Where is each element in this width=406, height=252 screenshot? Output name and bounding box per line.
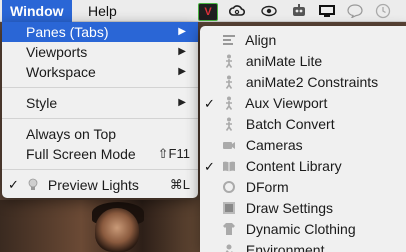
submenu-arrow-icon: ▶ [178, 26, 186, 37]
menu-item-label: Full Screen Mode [26, 146, 136, 162]
menu-item-draw-settings[interactable]: Draw Settings [200, 198, 406, 219]
menu-item-label: aniMate Lite [245, 53, 323, 69]
eye-icon[interactable] [260, 3, 278, 19]
submenu-arrow-icon: ▶ [178, 46, 186, 57]
menu-item-label: Dynamic Clothing [245, 221, 356, 237]
figure-icon [222, 75, 236, 89]
environment-icon [222, 243, 236, 252]
menu-separator [2, 118, 198, 119]
figure-icon [222, 54, 236, 68]
checkmark-icon: ✓ [204, 96, 215, 111]
time-machine-icon[interactable] [374, 3, 392, 19]
menu-item-label: Draw Settings [245, 200, 334, 216]
circle-icon [222, 180, 236, 194]
visual-studio-icon[interactable]: V [198, 3, 218, 21]
menu-item-batch-convert[interactable]: Batch Convert [200, 114, 406, 135]
figure-icon [222, 96, 236, 110]
menu-item-style[interactable]: Style ▶ [2, 93, 198, 113]
menu-item-label: Viewports [26, 44, 88, 60]
checkmark-icon: ✓ [8, 177, 19, 192]
menu-item-dform[interactable]: DForm [200, 177, 406, 198]
menu-help[interactable]: Help [80, 0, 125, 22]
menu-separator [2, 169, 198, 170]
menu-item-label: Environment [245, 242, 325, 252]
menu-item-label: Style [26, 95, 58, 111]
submenu-arrow-icon: ▶ [178, 97, 186, 108]
panes-submenu: Align aniMate Lite aniMate2 Constraints … [200, 26, 406, 252]
menu-item-label: Batch Convert [245, 116, 335, 132]
menu-item-shortcut: ⌘L [169, 177, 190, 192]
draw-settings-icon [222, 201, 236, 215]
checkmark-icon: ✓ [204, 159, 215, 174]
robot-icon[interactable] [290, 3, 308, 19]
menu-window[interactable]: Window [2, 0, 72, 22]
menu-item-full-screen-mode[interactable]: Full Screen Mode ⇧F11 [2, 144, 198, 164]
menu-item-content-library[interactable]: ✓ Content Library [200, 156, 406, 177]
submenu-arrow-icon: ▶ [178, 66, 186, 77]
clothing-icon [222, 222, 236, 236]
menu-item-panes-tabs[interactable]: Panes (Tabs) ▶ [2, 22, 198, 42]
menu-item-label: aniMate2 Constraints [245, 74, 379, 90]
menu-item-label: Panes (Tabs) [26, 24, 109, 40]
align-icon [222, 33, 236, 47]
menu-item-viewports[interactable]: Viewports ▶ [2, 42, 198, 62]
book-icon [222, 159, 236, 173]
menu-item-label: Always on Top [26, 126, 117, 142]
menu-item-preview-lights[interactable]: ✓ Preview Lights ⌘L [2, 175, 198, 195]
menu-item-animate2-constraints[interactable]: aniMate2 Constraints [200, 72, 406, 93]
chat-bubble-icon[interactable] [346, 3, 364, 19]
menu-item-environment[interactable]: Environment [200, 240, 406, 252]
menu-item-label: Content Library [245, 158, 342, 174]
window-menu: Panes (Tabs) ▶ Viewports ▶ Workspace ▶ S… [2, 22, 198, 198]
menu-item-always-on-top[interactable]: Always on Top [2, 124, 198, 144]
menu-item-aux-viewport[interactable]: ✓ Aux Viewport [200, 93, 406, 114]
lightbulb-icon [26, 178, 40, 192]
creative-cloud-icon[interactable] [228, 3, 246, 19]
menu-bar: Window Help V [0, 0, 406, 22]
menu-item-label: DForm [245, 179, 289, 195]
figure-icon [222, 117, 236, 131]
menu-item-label: Cameras [245, 137, 303, 153]
figure-face [95, 208, 139, 252]
menu-item-shortcut: ⇧F11 [157, 146, 190, 161]
menu-separator [2, 87, 198, 88]
menu-item-label: Preview Lights [47, 177, 139, 193]
menu-item-workspace[interactable]: Workspace ▶ [2, 62, 198, 82]
menu-item-label: Aux Viewport [245, 95, 328, 111]
menu-item-animate-lite[interactable]: aniMate Lite [200, 51, 406, 72]
menu-item-dynamic-clothing[interactable]: Dynamic Clothing [200, 219, 406, 240]
display-icon[interactable] [318, 3, 336, 19]
menu-item-label: Workspace [26, 64, 96, 80]
menu-item-cameras[interactable]: Cameras [200, 135, 406, 156]
camera-icon [222, 138, 236, 152]
menu-item-align[interactable]: Align [200, 30, 406, 51]
menu-item-label: Align [245, 32, 277, 48]
